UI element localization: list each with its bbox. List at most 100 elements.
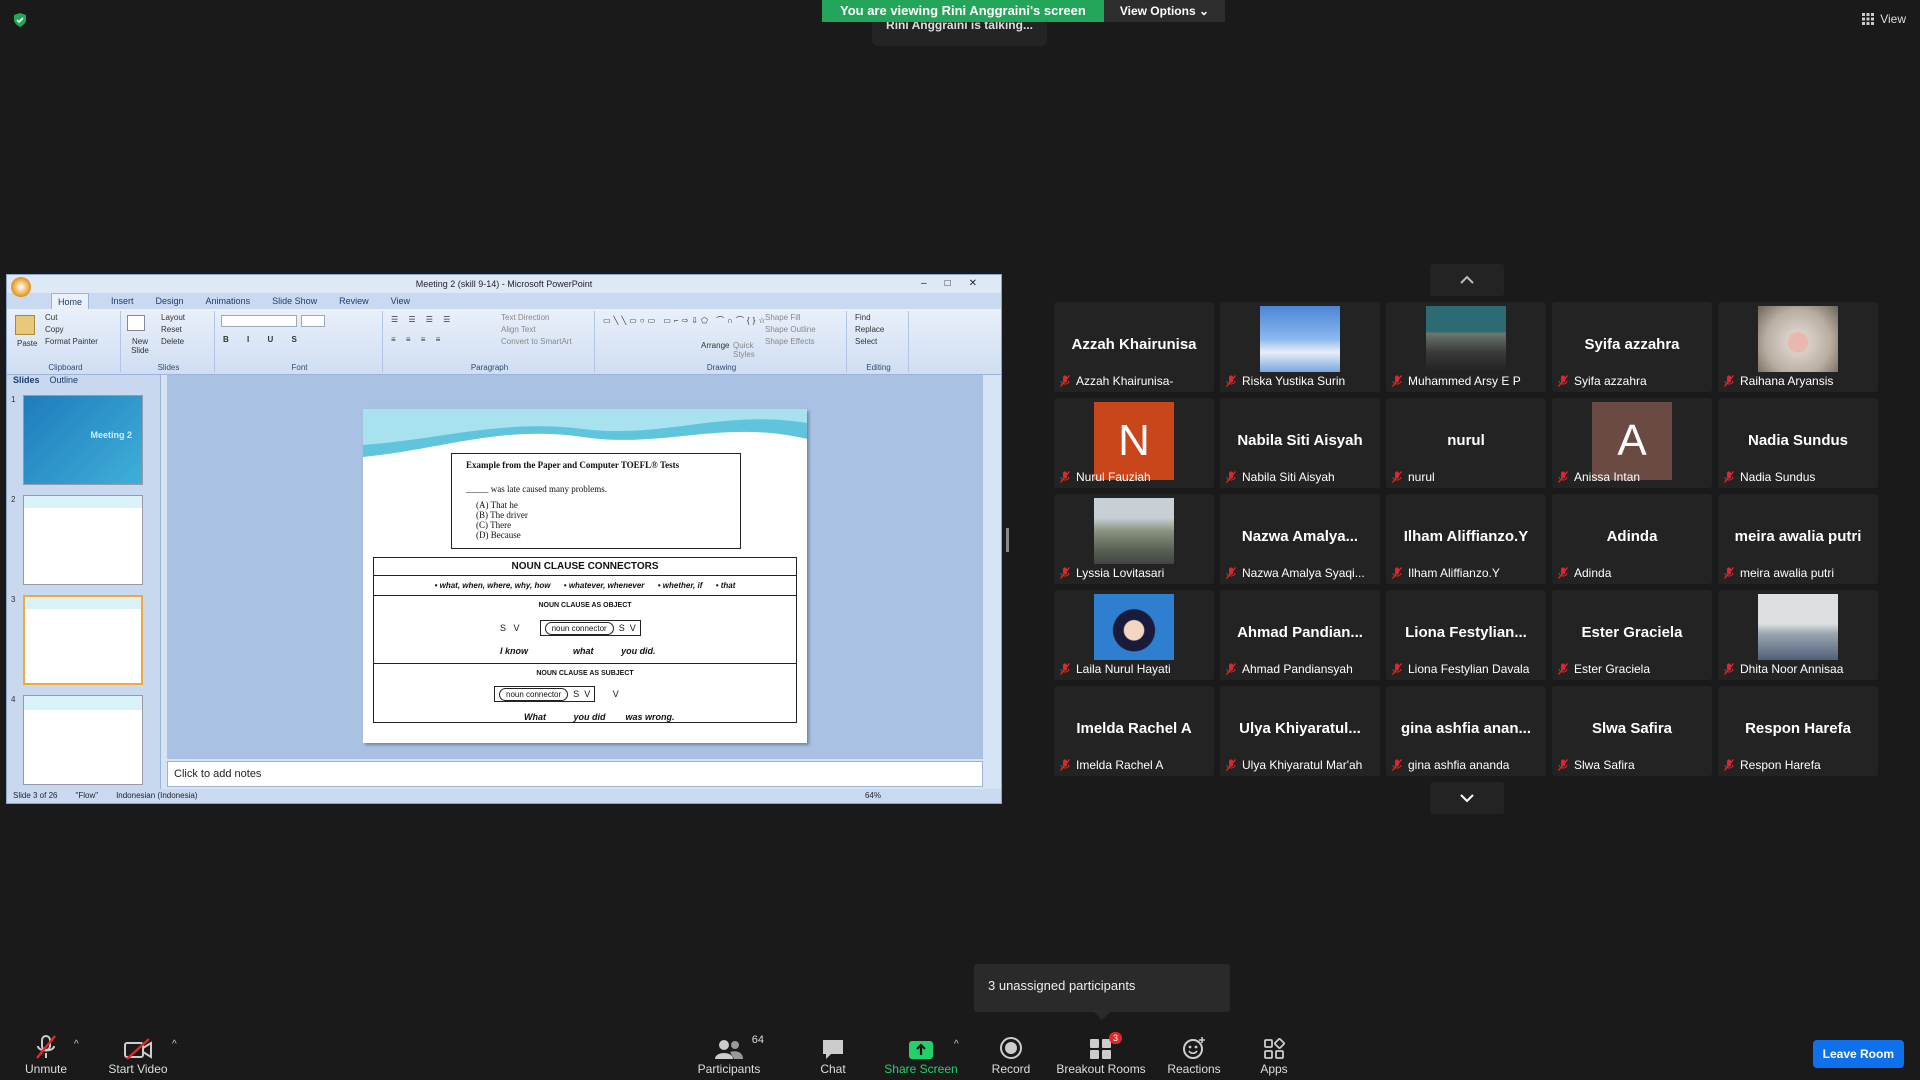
video-off-icon: [124, 1038, 152, 1060]
font-size-field: [301, 315, 325, 327]
group-font: B I U S Font: [217, 311, 383, 372]
participant-tile[interactable]: Nazwa Amalya... Nazwa Amalya Syaqi...: [1220, 494, 1380, 584]
s-label: S: [573, 689, 580, 699]
participant-tile[interactable]: Nadia Sundus Nadia Sundus: [1718, 398, 1878, 488]
office-button-icon: [11, 277, 31, 297]
viewing-label: You are viewing Rini Anggraini's screen: [822, 0, 1104, 22]
apps-button[interactable]: Apps: [1254, 1034, 1294, 1076]
start-video-button[interactable]: Start Video: [106, 1034, 170, 1076]
ppt-title: Meeting 2 (skill 9-14) - Microsoft Power…: [415, 279, 593, 289]
format-painter-label: Format Painter: [45, 337, 98, 346]
participants-button[interactable]: 64 Participants: [694, 1034, 764, 1076]
microphone-muted-icon: [1226, 567, 1236, 579]
shield-icon[interactable]: [12, 12, 28, 28]
microphone-muted-icon: [1226, 375, 1236, 387]
participant-tile[interactable]: nurul nurul: [1386, 398, 1546, 488]
participant-tile[interactable]: Ilham Aliffianzo.Y Ilham Aliffianzo.Y: [1386, 494, 1546, 584]
slide-thumbnails-panel: Slides Outline 1 Meeting 2 2 3 4: [7, 375, 161, 789]
participant-avatar: N: [1094, 402, 1174, 480]
participant-name-text: Imelda Rachel A: [1076, 758, 1164, 772]
share-banner: You are viewing Rini Anggraini's screen …: [822, 0, 1226, 22]
connector-item: • whatever, whenever: [563, 581, 645, 590]
chevron-up-icon[interactable]: ^: [74, 1039, 79, 1050]
convert-smartart-label: Convert to SmartArt: [501, 337, 572, 346]
participant-name-text: gina ashfia ananda: [1408, 758, 1510, 772]
unassigned-text: 3 unassigned participants: [988, 978, 1136, 993]
leave-room-button[interactable]: Leave Room: [1812, 1040, 1904, 1068]
participant-tile[interactable]: Slwa Safira Slwa Safira: [1552, 686, 1712, 776]
v-label: V: [629, 623, 636, 633]
share-screen-button[interactable]: Share Screen: [884, 1034, 958, 1076]
unmute-button[interactable]: Unmute: [22, 1034, 70, 1076]
chevron-up-icon[interactable]: ^: [954, 1039, 959, 1050]
participant-video-thumbnail: [1426, 306, 1506, 372]
participant-tile[interactable]: Dhita Noor Annisaa: [1718, 590, 1878, 680]
participant-tile[interactable]: Ulya Khiyaratul... Ulya Khiyaratul Mar'ah: [1220, 686, 1380, 776]
participant-tile[interactable]: A Anissa Intan: [1552, 398, 1712, 488]
participant-display-name: Respon Harefa: [1745, 720, 1851, 737]
microphone-muted-icon: [1558, 471, 1568, 483]
thumb-number: 3: [11, 595, 16, 604]
gallery-page-up-button[interactable]: [1430, 264, 1504, 296]
ppt-titlebar: Meeting 2 (skill 9-14) - Microsoft Power…: [7, 275, 1001, 297]
participant-display-name: Slwa Safira: [1591, 720, 1673, 737]
record-button[interactable]: Record: [986, 1034, 1036, 1076]
find-label: Find: [855, 313, 871, 322]
participant-video-thumbnail: [1758, 594, 1838, 660]
participant-tile[interactable]: Azzah Khairunisa Azzah Khairunisa-: [1054, 302, 1214, 392]
active-speaker-indicator: Rini Anggraini is talking...: [872, 18, 1047, 46]
participant-tile[interactable]: Lyssia Lovitasari: [1054, 494, 1214, 584]
chat-icon: [823, 1040, 843, 1059]
view-options-button[interactable]: View Options ⌄: [1103, 0, 1226, 22]
participant-tile[interactable]: Riska Yustika Surin: [1220, 302, 1380, 392]
participant-tile[interactable]: meira awalia putri meira awalia putri: [1718, 494, 1878, 584]
noun-connector-pill: noun connector: [499, 688, 569, 701]
gallery-page-down-button[interactable]: [1430, 782, 1504, 814]
participant-tile[interactable]: Liona Festylian... Liona Festylian Davala: [1386, 590, 1546, 680]
text-direction-label: Text Direction: [501, 313, 550, 322]
participant-avatar: A: [1592, 402, 1672, 480]
group-drawing: ▭╲╲▭○▭ ▭⌐⇨⇩⬠ ⌒∩⌒{}☆ Arrange Quick Styles…: [597, 311, 847, 372]
participant-tile[interactable]: Raihana Aryansis: [1718, 302, 1878, 392]
editing-group-label: Editing: [866, 363, 891, 372]
participant-display-name: Ahmad Pandian...: [1237, 624, 1363, 641]
participant-video-thumbnail: [1094, 594, 1174, 660]
microphone-muted-icon: [1060, 567, 1070, 579]
participant-display-name: Ester Graciela: [1581, 624, 1683, 641]
current-slide: Example from the Paper and Computer TOEF…: [363, 409, 807, 743]
thumb-number: 2: [11, 495, 16, 504]
participant-tile[interactable]: Syifa azzahra Syifa azzahra: [1552, 302, 1712, 392]
breakout-rooms-label: Breakout Rooms: [1056, 1062, 1146, 1076]
participant-name-text: Liona Festylian Davala: [1408, 662, 1530, 676]
thumb1-title: Meeting 2: [90, 430, 132, 440]
slide-thumbnail-2: [23, 495, 143, 585]
participant-tile[interactable]: Ahmad Pandian... Ahmad Pandiansyah: [1220, 590, 1380, 680]
participant-tile[interactable]: Adinda Adinda: [1552, 494, 1712, 584]
participant-tile[interactable]: N Nurul Fauziah: [1054, 398, 1214, 488]
view-button[interactable]: View: [1862, 12, 1906, 26]
chevron-up-icon: [1460, 275, 1474, 284]
zoom-level: 64%: [864, 791, 881, 800]
chat-button[interactable]: Chat: [808, 1034, 858, 1076]
layout-label: Layout: [161, 313, 186, 322]
reactions-button[interactable]: Reactions: [1166, 1034, 1222, 1076]
participant-tile[interactable]: Muhammed Arsy E P: [1386, 302, 1546, 392]
panel-splitter-handle[interactable]: [1006, 528, 1009, 552]
participant-tile[interactable]: Respon Harefa Respon Harefa: [1718, 686, 1878, 776]
shared-powerpoint-window: Meeting 2 (skill 9-14) - Microsoft Power…: [6, 274, 1002, 804]
participant-name-label: Azzah Khairunisa-: [1060, 374, 1173, 388]
microphone-muted-icon: [1724, 375, 1734, 387]
participant-tile[interactable]: Laila Nurul Hayati: [1054, 590, 1214, 680]
breakout-rooms-button[interactable]: 3 Breakout Rooms: [1056, 1032, 1146, 1076]
microphone-muted-icon: [1724, 759, 1734, 771]
arrange-label: Arrange: [701, 341, 730, 350]
participant-tile[interactable]: Ester Graciela Ester Graciela: [1552, 590, 1712, 680]
participant-tile[interactable]: gina ashfia anan... gina ashfia ananda: [1386, 686, 1546, 776]
participant-name-text: Nabila Siti Aisyah: [1242, 470, 1335, 484]
participant-tile[interactable]: Nabila Siti Aisyah Nabila Siti Aisyah: [1220, 398, 1380, 488]
chevron-up-icon[interactable]: ^: [172, 1039, 177, 1050]
participant-name-label: Nadia Sundus: [1724, 470, 1815, 484]
participant-tile[interactable]: Imelda Rachel A Imelda Rachel A: [1054, 686, 1214, 776]
participant-name-text: Ester Graciela: [1574, 662, 1651, 676]
microphone-muted-icon: [1392, 375, 1402, 387]
